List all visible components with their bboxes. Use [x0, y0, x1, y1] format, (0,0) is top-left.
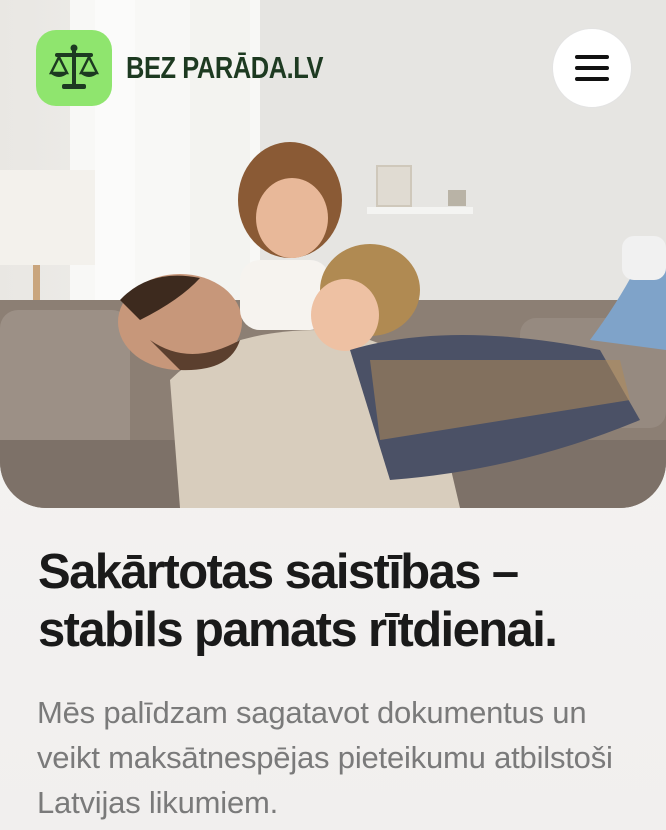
menu-button[interactable]	[552, 28, 632, 108]
brand-name[interactable]: BEZ PARĀDA.LV	[126, 50, 324, 86]
page-title: Sakārtotas saistības – stabils pamats rī…	[38, 545, 558, 657]
hero-description: Mēs palīdzam sagatavot dokumentus un vei…	[37, 695, 613, 820]
brand-logo[interactable]	[36, 30, 112, 106]
landing-page: BEZ PARĀDA.LV Sakārtotas saistības – sta…	[0, 0, 666, 830]
scales-icon	[48, 44, 100, 89]
hamburger-menu-icon	[575, 55, 609, 81]
